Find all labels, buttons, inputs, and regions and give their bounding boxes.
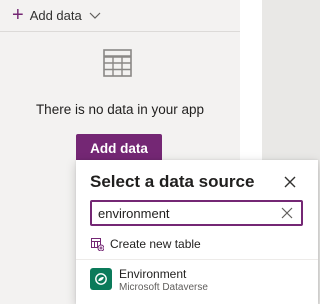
close-icon[interactable] xyxy=(282,174,298,190)
create-new-table-label: Create new table xyxy=(110,237,201,251)
search-box xyxy=(90,200,303,226)
data-source-result-item[interactable]: Environment Microsoft Dataverse xyxy=(76,263,318,301)
table-add-icon xyxy=(91,237,104,251)
panel-title: Select a data source xyxy=(90,172,255,191)
result-title: Environment xyxy=(119,267,187,281)
add-data-menu-button[interactable]: + Add data xyxy=(12,4,102,26)
search-input[interactable] xyxy=(92,202,281,224)
chevron-down-icon xyxy=(89,12,101,19)
result-subtitle: Microsoft Dataverse xyxy=(119,282,208,293)
table-grid-icon xyxy=(103,49,132,77)
select-data-source-panel: Select a data source Create new table En… xyxy=(76,160,318,304)
panel-divider xyxy=(76,259,318,260)
toolbar-divider xyxy=(0,31,240,32)
empty-state-message: There is no data in your app xyxy=(35,102,205,117)
add-data-button[interactable]: Add data xyxy=(76,134,162,163)
clear-icon[interactable] xyxy=(281,207,293,219)
dataverse-icon xyxy=(90,268,112,290)
create-new-table-link[interactable]: Create new table xyxy=(91,236,201,252)
plus-icon: + xyxy=(12,4,24,26)
add-data-menu-label: Add data xyxy=(29,7,82,23)
